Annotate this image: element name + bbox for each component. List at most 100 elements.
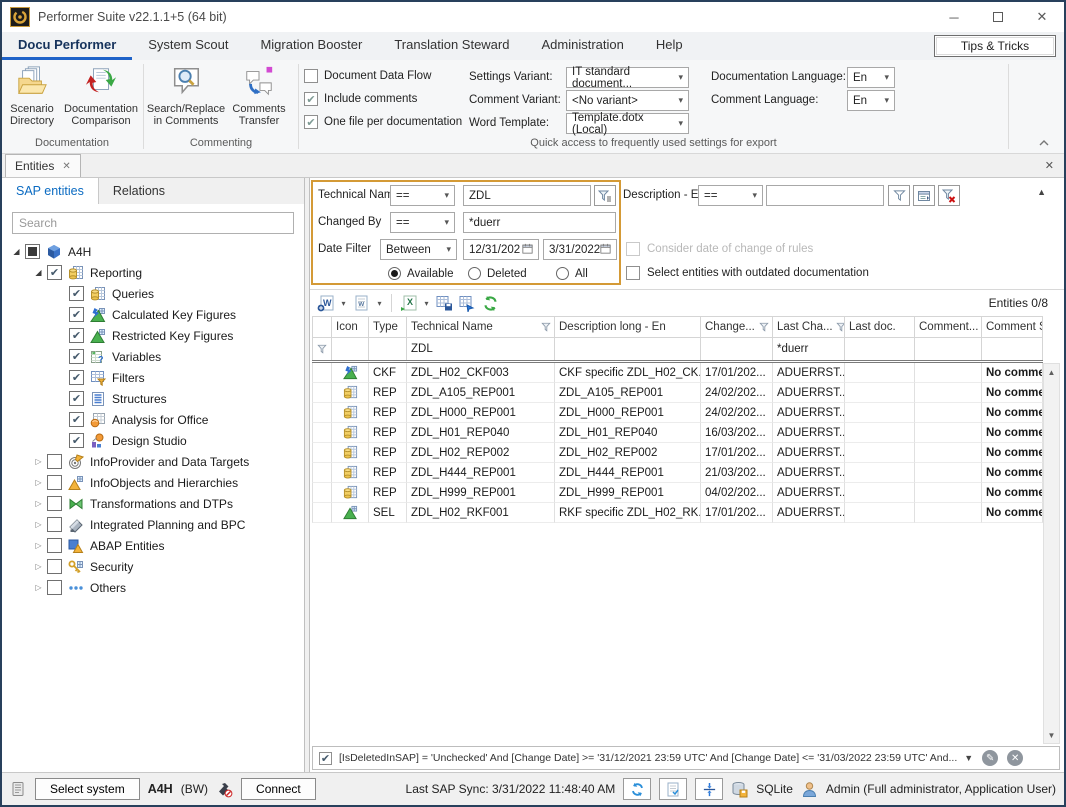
comment-language-select[interactable]: En▾ bbox=[847, 90, 895, 111]
tree-checkbox[interactable] bbox=[47, 496, 62, 511]
copy-grid-button[interactable] bbox=[457, 292, 478, 314]
tree-item[interactable]: Filters bbox=[2, 367, 304, 388]
align-tasks-button[interactable] bbox=[695, 778, 723, 800]
column-header-last-doc[interactable]: Last doc. bbox=[845, 316, 915, 338]
column-header-comment[interactable]: Comment... bbox=[915, 316, 982, 338]
table-row[interactable]: REPZDL_H02_REP002ZDL_H02_REP00217/01/202… bbox=[312, 443, 1043, 463]
column-header-type[interactable]: Type bbox=[369, 316, 407, 338]
export-word-button[interactable]: W bbox=[315, 292, 336, 314]
filter-cell[interactable] bbox=[845, 338, 915, 360]
tree-item[interactable]: ▷Security bbox=[2, 556, 304, 577]
radio-available[interactable]: Available bbox=[388, 267, 453, 280]
tree-checkbox[interactable] bbox=[69, 433, 84, 448]
column-filter-icon[interactable] bbox=[541, 322, 551, 332]
select-system-button[interactable]: Select system bbox=[35, 778, 140, 800]
table-row[interactable]: SELZDL_H02_RKF001RKF specific ZDL_H02_RK… bbox=[312, 503, 1043, 523]
comments-transfer-button[interactable]: Comments Transfer bbox=[227, 63, 291, 135]
expander-icon[interactable]: ▷ bbox=[30, 583, 47, 592]
tree-checkbox[interactable] bbox=[47, 475, 62, 490]
settings-variant-select[interactable]: IT standard document...▾ bbox=[566, 67, 689, 88]
clear-filter-button[interactable] bbox=[938, 185, 960, 206]
tree-item[interactable]: ▷InfoObjects and Hierarchies bbox=[2, 472, 304, 493]
tree-checkbox[interactable] bbox=[47, 538, 62, 553]
expander-icon[interactable]: ▷ bbox=[30, 499, 47, 508]
expander-icon[interactable]: ▷ bbox=[30, 478, 47, 487]
table-row[interactable]: REPZDL_H444_REP001ZDL_H444_REP00121/03/2… bbox=[312, 463, 1043, 483]
panel-close-icon[interactable]: ✕ bbox=[1045, 159, 1054, 172]
filter-cell-last-changed-by[interactable]: *duerr bbox=[773, 338, 845, 360]
tree-item[interactable]: ▷Integrated Planning and BPC bbox=[2, 514, 304, 535]
description-input[interactable] bbox=[766, 185, 884, 206]
tree-item[interactable]: ▷Others bbox=[2, 577, 304, 598]
expander-icon[interactable]: ▷ bbox=[30, 541, 47, 550]
column-header-technical-name[interactable]: Technical Name bbox=[407, 316, 555, 338]
tree-item[interactable]: Structures bbox=[2, 388, 304, 409]
refresh-grid-button[interactable] bbox=[480, 292, 501, 314]
search-replace-comments-button[interactable]: Search/Replace in Comments bbox=[145, 63, 227, 135]
tree-item[interactable]: ▷ABAP Entities bbox=[2, 535, 304, 556]
expander-icon[interactable]: ◢ bbox=[30, 268, 47, 277]
menu-tab-translation-steward[interactable]: Translation Steward bbox=[378, 32, 525, 60]
tree-item[interactable]: ◢Reporting bbox=[2, 262, 304, 283]
checkbox-outdated-documentation[interactable]: Select entities with outdated documentat… bbox=[626, 266, 869, 280]
filter-button[interactable] bbox=[888, 185, 910, 206]
documentation-comparison-button[interactable]: Documentation Comparison bbox=[62, 63, 140, 135]
filter-cell[interactable] bbox=[982, 338, 1043, 360]
calendar-icon[interactable] bbox=[522, 243, 533, 257]
minimize-button[interactable]: ─ bbox=[932, 2, 976, 32]
description-operator-select[interactable]: ==▾ bbox=[698, 185, 763, 206]
tree-item[interactable]: Design Studio bbox=[2, 430, 304, 451]
chevron-down-icon[interactable]: ▼ bbox=[964, 753, 973, 763]
collapse-filter-icon[interactable]: ▲ bbox=[1037, 187, 1046, 197]
vertical-scrollbar[interactable]: ▲ ▼ bbox=[1043, 363, 1060, 744]
tab-entities[interactable]: Entities ✕ bbox=[5, 154, 81, 177]
tree-item[interactable]: ?Variables bbox=[2, 346, 304, 367]
edit-filter-button[interactable]: ✎ bbox=[982, 750, 998, 766]
checkbox-consider-date-of-change[interactable]: Consider date of change of rules bbox=[626, 242, 813, 256]
column-header-comment-status[interactable]: Comment S... bbox=[982, 316, 1043, 338]
radio-all[interactable]: All bbox=[556, 267, 588, 280]
menu-tab-system-scout[interactable]: System Scout bbox=[132, 32, 244, 60]
tree-checkbox[interactable] bbox=[69, 328, 84, 343]
tree-item[interactable]: ▷Transformations and DTPs bbox=[2, 493, 304, 514]
comment-variant-select[interactable]: <No variant>▾ bbox=[566, 90, 689, 111]
column-header-last-changed-by[interactable]: Last Cha... bbox=[773, 316, 845, 338]
column-filter-icon[interactable] bbox=[836, 322, 845, 332]
column-header-icon[interactable]: Icon bbox=[332, 316, 369, 338]
filter-cell[interactable] bbox=[555, 338, 701, 360]
search-input[interactable] bbox=[12, 212, 294, 234]
technical-name-input[interactable]: ZDL bbox=[463, 185, 591, 206]
tree-checkbox[interactable] bbox=[47, 580, 62, 595]
collapse-ribbon-icon[interactable] bbox=[1036, 135, 1052, 149]
expander-icon[interactable]: ◢ bbox=[8, 247, 25, 256]
tree-item[interactable]: Analysis for Office bbox=[2, 409, 304, 430]
menu-tab-help[interactable]: Help bbox=[640, 32, 699, 60]
tab-close-icon[interactable]: ✕ bbox=[62, 161, 70, 172]
calendar-icon[interactable] bbox=[600, 243, 611, 257]
tree-checkbox[interactable] bbox=[25, 244, 40, 259]
radio-deleted[interactable]: Deleted bbox=[468, 267, 527, 280]
connect-button[interactable]: Connect bbox=[241, 778, 316, 800]
save-grid-layout-button[interactable] bbox=[434, 292, 455, 314]
changed-by-input[interactable]: *duerr bbox=[463, 212, 616, 233]
column-filter-icon[interactable] bbox=[759, 322, 769, 332]
tree-checkbox[interactable] bbox=[69, 391, 84, 406]
apply-filter-button[interactable] bbox=[594, 185, 616, 206]
checkbox-document-data-flow[interactable]: Document Data Flow bbox=[304, 69, 431, 83]
filter-cell[interactable] bbox=[915, 338, 982, 360]
tree-checkbox[interactable] bbox=[69, 286, 84, 301]
tree-checkbox[interactable] bbox=[69, 307, 84, 322]
filter-cell[interactable] bbox=[369, 338, 407, 360]
close-button[interactable]: ✕ bbox=[1020, 2, 1064, 32]
filter-active-checkbox[interactable] bbox=[319, 752, 332, 765]
table-row[interactable]: CKFZDL_H02_CKF003CKF specific ZDL_H02_CK… bbox=[312, 363, 1043, 383]
date-filter-operator-select[interactable]: Between▾ bbox=[380, 239, 457, 260]
menu-tab-administration[interactable]: Administration bbox=[525, 32, 639, 60]
tree-checkbox[interactable] bbox=[69, 349, 84, 364]
documentation-language-select[interactable]: En▾ bbox=[847, 67, 895, 88]
checkbox-one-file-per-documentation[interactable]: One file per documentation bbox=[304, 115, 462, 129]
chevron-down-icon[interactable]: ▾ bbox=[338, 299, 349, 308]
filter-cell[interactable] bbox=[701, 338, 773, 360]
tree-checkbox[interactable] bbox=[47, 559, 62, 574]
filter-cell[interactable] bbox=[332, 338, 369, 360]
